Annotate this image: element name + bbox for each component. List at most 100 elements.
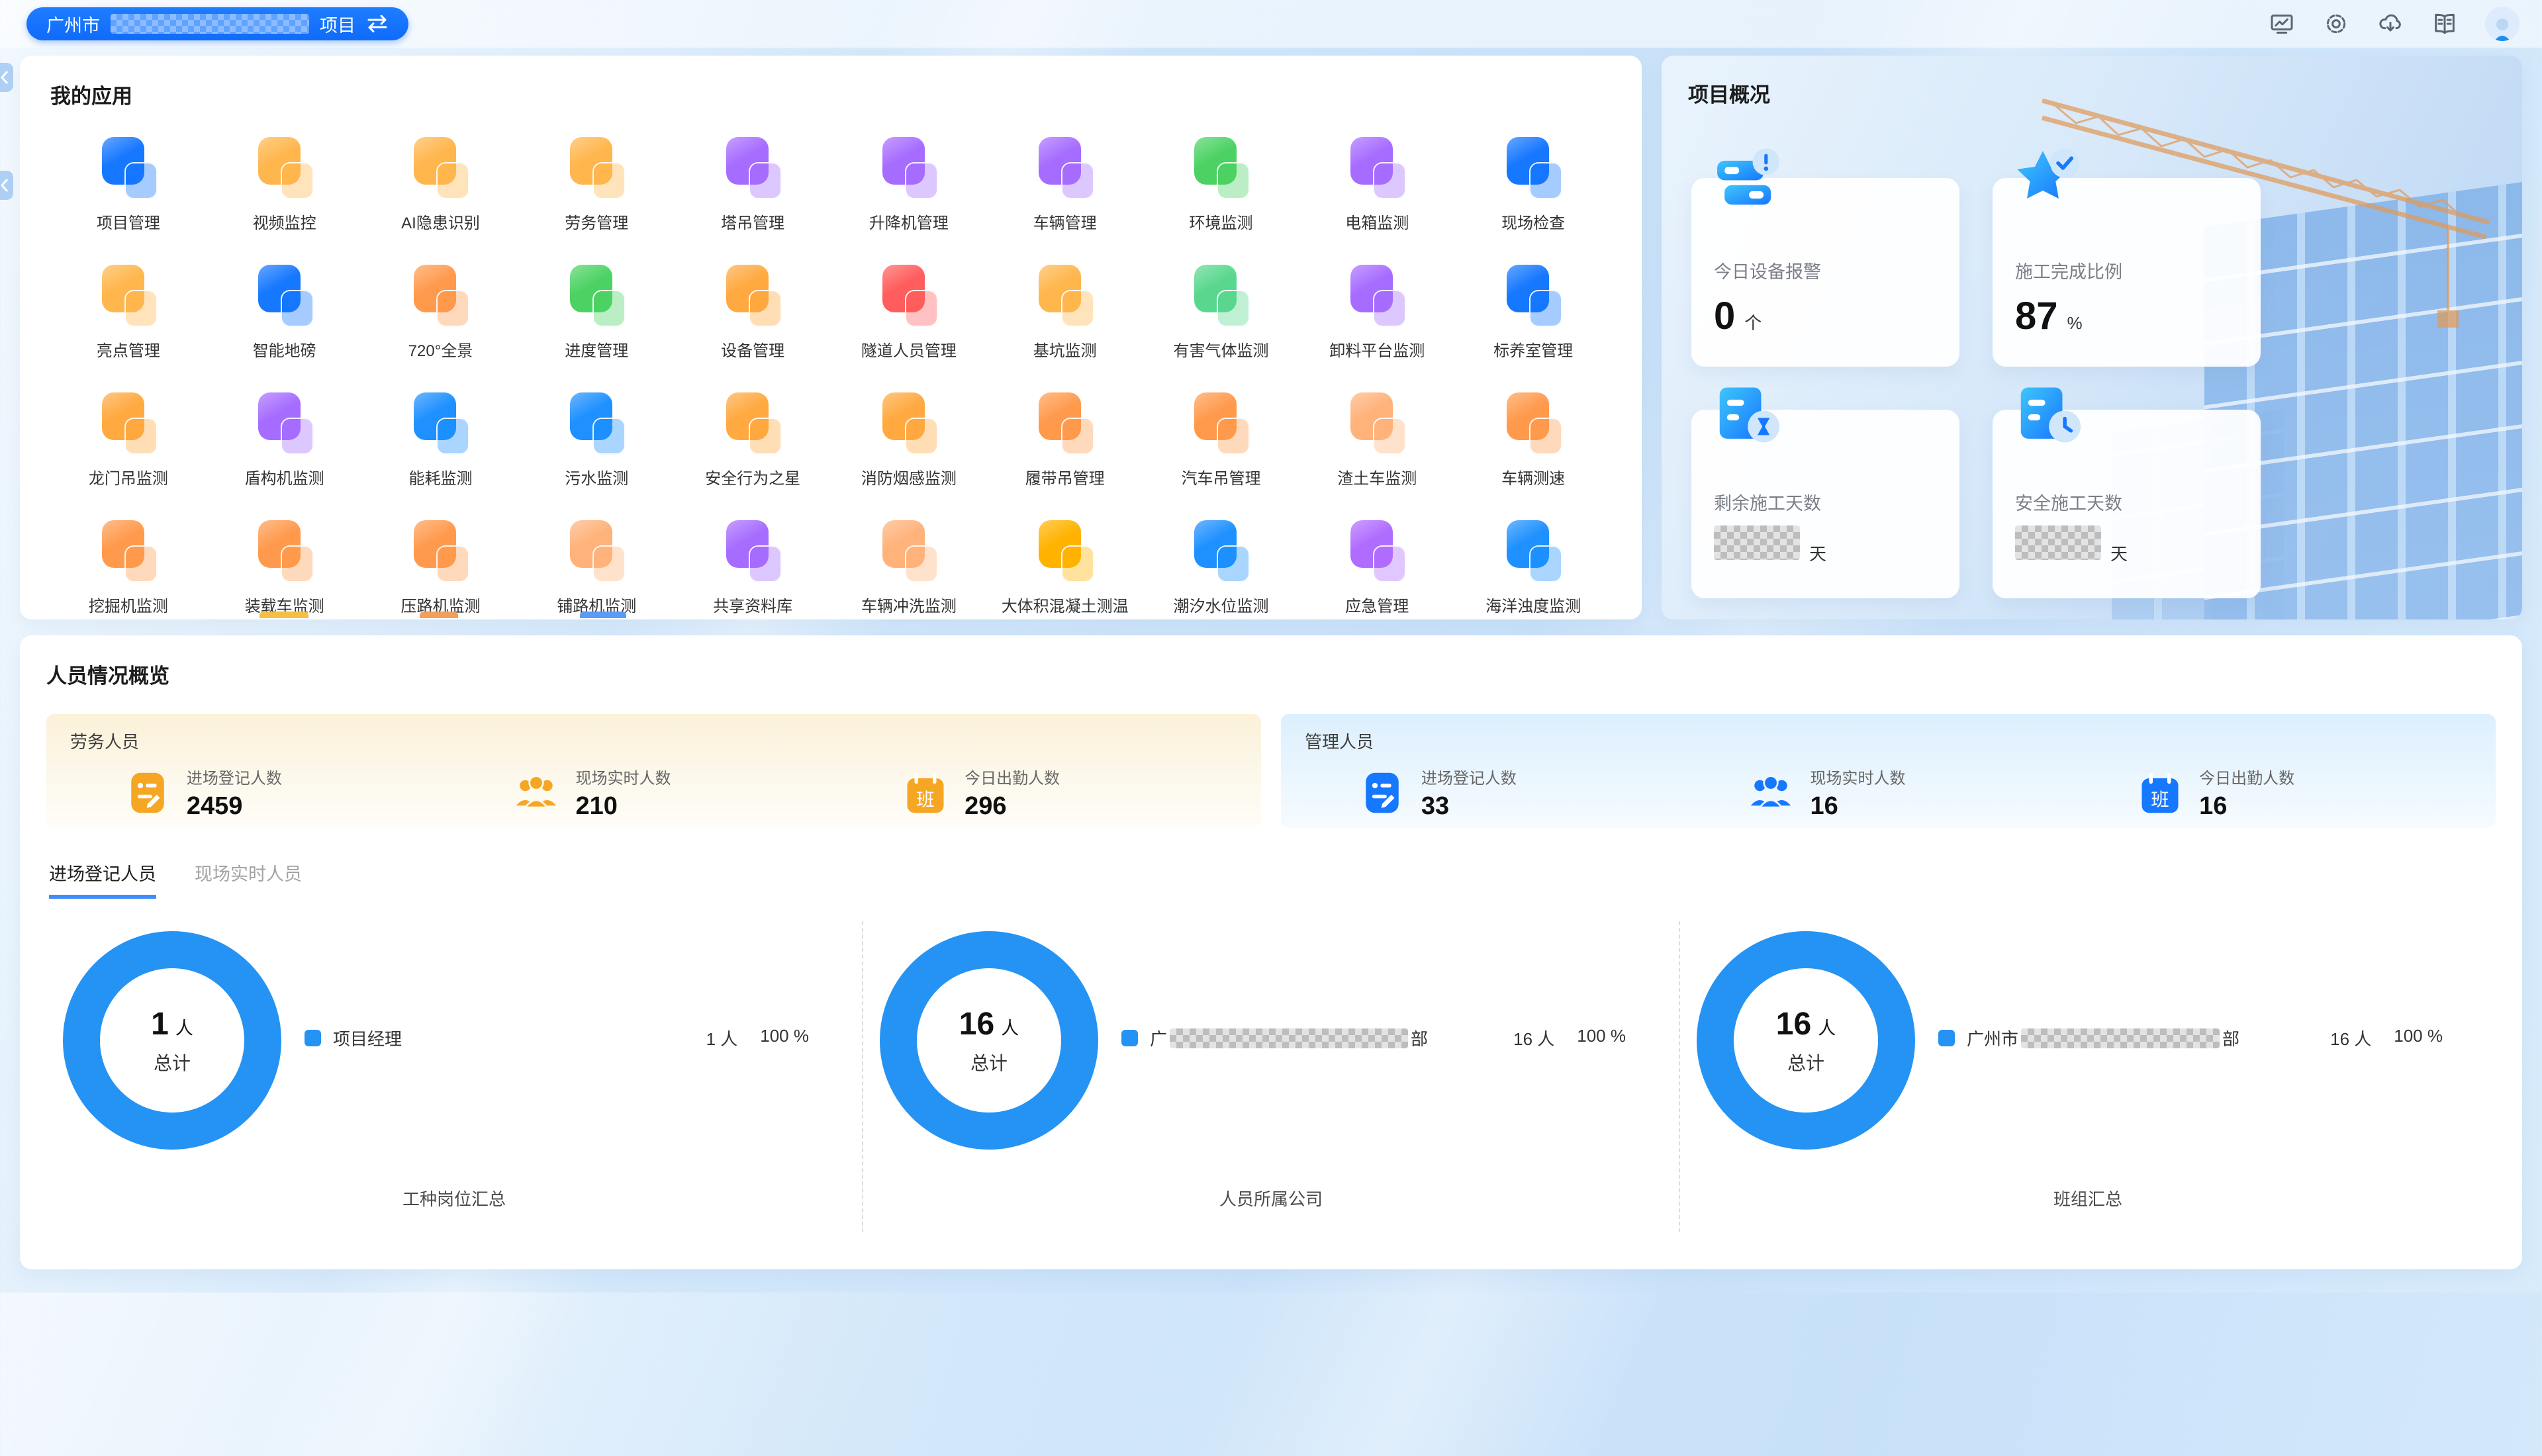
app-tile-劳务管理[interactable]: 劳务管理	[518, 136, 675, 233]
card-unit: %	[2067, 313, 2083, 334]
app-tile-汽车吊管理[interactable]: 汽车吊管理	[1143, 391, 1299, 488]
manual-book-icon[interactable]	[2431, 10, 2459, 38]
stat-value: 16	[2199, 792, 2294, 821]
stat-label: 进场登记人数	[187, 765, 282, 788]
app-tile-装载车监测[interactable]: 装载车监测	[207, 519, 363, 616]
app-tile-车辆冲洗监测[interactable]: 车辆冲洗监测	[831, 519, 987, 616]
settings-gear-icon[interactable]	[2322, 10, 2350, 38]
app-icon	[1345, 136, 1409, 199]
app-icon	[565, 263, 628, 327]
card-value: 87	[2015, 294, 2058, 338]
my-apps-grid: 项目管理视频监控AI隐患识别劳务管理塔吊管理升降机管理 车辆管理环境监测电箱监测 现…	[50, 136, 1611, 616]
app-tile-消防烟感监测[interactable]: 消防烟感监测	[831, 391, 987, 488]
app-icon	[1501, 263, 1565, 327]
app-label: 隧道人员管理	[861, 338, 957, 361]
app-tile-电箱监测[interactable]: 电箱监测	[1299, 136, 1455, 233]
tab-registered-personnel[interactable]: 进场登记人员	[49, 860, 156, 899]
app-icon	[877, 136, 941, 199]
app-tile-压路机监测[interactable]: 压路机监测	[363, 519, 519, 616]
app-tile-污水监测[interactable]: 污水监测	[518, 391, 675, 488]
app-tile-塔吊管理[interactable]: 塔吊管理	[675, 136, 831, 233]
app-tile-铺路机监测[interactable]: 铺路机监测	[518, 519, 675, 616]
app-icon	[408, 263, 472, 327]
project-overview-title: 项目概况	[1688, 78, 1770, 108]
stat-value: 210	[575, 792, 671, 821]
legend-color-swatch	[305, 1030, 321, 1046]
app-label: 升降机管理	[869, 210, 949, 233]
card-safe-construction-days: 安全施工天数 天	[1993, 410, 2261, 598]
card-unit: 个	[1744, 310, 1762, 334]
app-icon	[408, 136, 472, 199]
cloud-download-icon[interactable]	[2377, 10, 2404, 38]
redacted-value	[2015, 525, 2101, 560]
tab-realtime-personnel[interactable]: 现场实时人员	[195, 860, 302, 899]
stat-value: 16	[1810, 792, 1905, 821]
legend-row: 广 部 16 人 100 %	[1121, 1026, 1626, 1050]
app-tile-龙门吊监测[interactable]: 龙门吊监测	[50, 391, 207, 488]
app-label: 能耗监测	[408, 465, 472, 488]
app-tile-720°全景[interactable]: 720°全景	[363, 263, 519, 361]
chart-footer-label: 人员所属公司	[863, 1186, 1679, 1210]
app-tile-基坑监测[interactable]: 基坑监测	[987, 263, 1143, 361]
app-tile-能耗监测[interactable]: 能耗监测	[363, 391, 519, 488]
app-icon	[1189, 519, 1252, 582]
app-tile-隧道人员管理[interactable]: 隧道人员管理	[831, 263, 987, 361]
app-tile-AI隐患识别[interactable]: AI隐患识别	[363, 136, 519, 233]
app-tile-大体积混凝土测温[interactable]: 大体积混凝土测温	[987, 519, 1143, 616]
dashboard-monitor-icon[interactable]	[2268, 10, 2296, 38]
partial-app-icon	[259, 612, 308, 618]
card-value: 0	[1714, 294, 1735, 338]
app-tile-有害气体监测[interactable]: 有害气体监测	[1143, 263, 1299, 361]
legend-count: 16 人	[1513, 1026, 1554, 1050]
stat-labor-onsite: 现场实时人数 210	[514, 765, 792, 821]
app-tile-车辆管理[interactable]: 车辆管理	[987, 136, 1143, 233]
app-tile-安全行为之星[interactable]: 安全行为之星	[675, 391, 831, 488]
app-tile-应急管理[interactable]: 应急管理	[1299, 519, 1455, 616]
app-tile-履带吊管理[interactable]: 履带吊管理	[987, 391, 1143, 488]
app-icon	[565, 391, 628, 455]
app-tile-标养室管理[interactable]: 标养室管理	[1455, 263, 1611, 361]
app-icon	[97, 263, 160, 327]
app-tile-潮汐水位监测[interactable]: 潮汐水位监测	[1143, 519, 1299, 616]
app-tile-车辆测速[interactable]: 车辆测速	[1455, 391, 1611, 488]
app-icon	[253, 263, 316, 327]
app-tile-环境监测[interactable]: 环境监测	[1143, 136, 1299, 233]
app-tile-共享资料库[interactable]: 共享资料库	[675, 519, 831, 616]
my-apps-title: 我的应用	[50, 79, 1611, 109]
app-tile-升降机管理[interactable]: 升降机管理	[831, 136, 987, 233]
app-label: 电箱监测	[1345, 210, 1409, 233]
user-avatar[interactable]	[2485, 7, 2519, 41]
app-label: 履带吊管理	[1025, 465, 1105, 488]
app-tile-智能地磅[interactable]: 智能地磅	[207, 263, 363, 361]
star-check-icon	[2011, 144, 2089, 222]
app-tile-卸料平台监测[interactable]: 卸料平台监测	[1299, 263, 1455, 361]
personnel-overview-title: 人员情况概览	[46, 659, 2496, 689]
switch-project-icon	[366, 15, 389, 32]
app-tile-海洋浊度监测[interactable]: 海洋浊度监测	[1455, 519, 1611, 616]
app-icon	[1033, 519, 1097, 582]
app-tile-视频监控[interactable]: 视频监控	[207, 136, 363, 233]
device-alert-icon	[1710, 144, 1788, 222]
card-unit: 天	[1809, 541, 1826, 565]
app-tile-盾构机监测[interactable]: 盾构机监测	[207, 391, 363, 488]
app-tile-挖掘机监测[interactable]: 挖掘机监测	[50, 519, 207, 616]
app-tile-项目管理[interactable]: 项目管理	[50, 136, 207, 233]
app-tile-设备管理[interactable]: 设备管理	[675, 263, 831, 361]
personnel-tabs: 进场登记人员 现场实时人员	[46, 860, 2496, 899]
legend-row: 项目经理 1 人 100 %	[305, 1026, 809, 1050]
app-tile-亮点管理[interactable]: 亮点管理	[50, 263, 207, 361]
project-overview-panel: 项目概况 今日设备报警 0 个 施工完成比例	[1662, 56, 2522, 619]
app-label: 安全行为之星	[705, 465, 800, 488]
project-switcher-button[interactable]: 广州市 项目	[26, 7, 408, 40]
management-box-title: 管理人员	[1305, 729, 2472, 753]
scroll-left-indicator[interactable]	[0, 63, 13, 92]
app-label: 智能地磅	[253, 338, 316, 361]
app-tile-进度管理[interactable]: 进度管理	[518, 263, 675, 361]
scroll-left-indicator[interactable]	[0, 171, 13, 200]
app-icon	[565, 136, 628, 199]
app-label: 大体积混凝土测温	[1002, 593, 1129, 616]
app-tile-现场检查[interactable]: 现场检查	[1455, 136, 1611, 233]
app-tile-渣土车监测[interactable]: 渣土车监测	[1299, 391, 1455, 488]
card-remaining-construction-days: 剩余施工天数 天	[1691, 410, 1959, 598]
redacted-legend-text	[1170, 1028, 1408, 1048]
